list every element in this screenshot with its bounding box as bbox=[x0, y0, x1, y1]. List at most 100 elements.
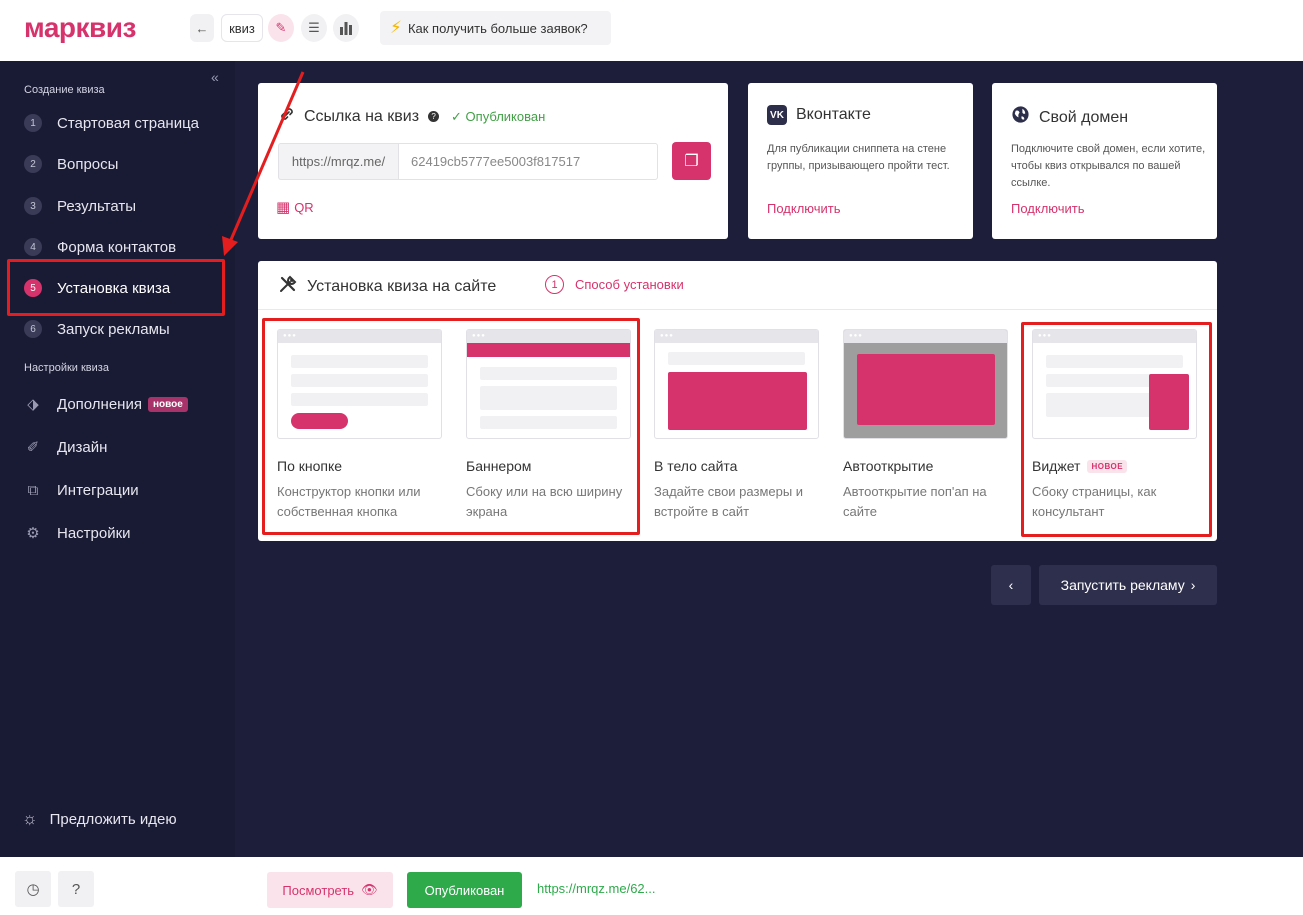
bar-chart-icon bbox=[340, 22, 352, 35]
answers-button[interactable]: ☰ bbox=[301, 14, 327, 42]
step-number: 2 bbox=[24, 155, 42, 173]
previous-step-button[interactable]: ‹ bbox=[991, 565, 1031, 605]
sidebar-step-questions[interactable]: 2 Вопросы bbox=[24, 152, 118, 176]
preview-label: Посмотреть bbox=[282, 882, 355, 898]
lightning-icon: ⚡ bbox=[390, 18, 402, 37]
sidebar-item-design[interactable]: ✐ Дизайн bbox=[24, 435, 108, 459]
vk-title: VK Вконтакте bbox=[767, 105, 871, 125]
section-title-settings: Настройки квиза bbox=[24, 362, 109, 374]
top-bar: марквиз ← квиз ✎ ☰ ⚡ Как получить больше… bbox=[0, 0, 1303, 61]
suggest-idea-button[interactable]: ☼ Предложить идею bbox=[22, 809, 177, 829]
arrow-left-icon: ← bbox=[195, 20, 209, 36]
step-label: Результаты bbox=[57, 197, 136, 215]
next-step-label: Запустить рекламу bbox=[1060, 577, 1185, 593]
quiz-name[interactable]: квиз bbox=[221, 14, 263, 42]
preview-button[interactable]: Посмотреть 👁 bbox=[267, 872, 393, 908]
published-status: ✓ Опубликован bbox=[451, 108, 546, 124]
help-icon[interactable]: ? bbox=[428, 111, 440, 122]
quiz-slug-input[interactable]: 62419cb5777ee5003f817517 bbox=[398, 143, 658, 180]
integrations-icon: ⧉ bbox=[27, 481, 39, 499]
history-button[interactable]: ◷ bbox=[15, 871, 51, 907]
quiz-link-label: Ссылка на квиз bbox=[304, 107, 420, 125]
quiz-link-card: Ссылка на квиз ? ✓ Опубликован https://m… bbox=[258, 83, 728, 239]
chevron-left-icon: ‹ bbox=[1008, 577, 1014, 593]
link-icon bbox=[278, 105, 296, 128]
vk-description: Для публикации сниппета на стене группы,… bbox=[767, 143, 950, 172]
domain-connect-link[interactable]: Подключить bbox=[1011, 201, 1085, 216]
domain-description: Подключите свой домен, если хотите, чтоб… bbox=[1011, 143, 1206, 189]
stats-button[interactable] bbox=[333, 14, 359, 42]
logo[interactable]: марквиз bbox=[24, 12, 136, 44]
step-label: Запуск рекламы bbox=[57, 320, 170, 338]
option-name: В тело сайта bbox=[654, 458, 738, 474]
sidebar-step-results[interactable]: 3 Результаты bbox=[24, 194, 136, 218]
sidebar-item-label: Дополнения bbox=[57, 395, 142, 413]
lightbulb-icon: ☼ bbox=[22, 809, 38, 828]
vk-title-label: Вконтакте bbox=[796, 106, 871, 123]
back-button[interactable]: ← bbox=[190, 14, 214, 42]
vk-connect-link[interactable]: Подключить bbox=[767, 201, 841, 216]
method-number: 1 bbox=[545, 275, 564, 294]
step-number: 4 bbox=[24, 238, 42, 256]
collapse-sidebar-icon[interactable]: « bbox=[211, 69, 219, 85]
url-prefix: https://mrqz.me/ bbox=[278, 143, 398, 180]
step-number: 6 bbox=[24, 320, 42, 338]
sidebar-item-label: Интеграции bbox=[57, 481, 139, 499]
step-number: 1 bbox=[24, 114, 42, 132]
qr-label: QR bbox=[294, 199, 314, 215]
copy-icon: ❐ bbox=[684, 153, 699, 170]
domain-title-label: Свой домен bbox=[1039, 108, 1129, 126]
option-thumbnail: ●●● bbox=[654, 329, 819, 439]
install-header: Установка квиза на сайте 1 Способ устано… bbox=[258, 261, 1217, 310]
sidebar-item-addons[interactable]: ⬗ Дополнения новое bbox=[24, 392, 188, 416]
qr-code-button[interactable]: ▦ QR bbox=[276, 198, 314, 216]
vk-card: VK Вконтакте Для публикации сниппета на … bbox=[748, 83, 973, 239]
brush-icon: ✐ bbox=[26, 439, 40, 456]
custom-domain-card: Свой домен Подключите свой домен, если х… bbox=[992, 83, 1217, 239]
copy-link-button[interactable]: ❐ bbox=[672, 142, 711, 180]
main-content: Ссылка на квиз ? ✓ Опубликован https://m… bbox=[235, 61, 1303, 857]
tools-icon bbox=[278, 274, 298, 299]
section-title-create: Создание квиза bbox=[24, 84, 105, 96]
question-icon: ? bbox=[71, 880, 81, 898]
sidebar-step-ads[interactable]: 6 Запуск рекламы bbox=[24, 317, 170, 341]
option-description: Задайте свои размеры и встройте в сайт bbox=[654, 484, 804, 519]
sidebar-step-start[interactable]: 1 Стартовая страница bbox=[24, 111, 199, 135]
vk-icon: VK bbox=[767, 105, 787, 125]
help-button[interactable]: ? bbox=[58, 871, 94, 907]
install-method-step: 1 Способ установки bbox=[545, 275, 684, 294]
sidebar: « Создание квиза 1 Стартовая страница 2 … bbox=[0, 61, 235, 857]
step-label: Вопросы bbox=[57, 155, 119, 173]
option-thumbnail: ●●● bbox=[843, 329, 1008, 439]
sidebar-item-settings[interactable]: ⚙ Настройки bbox=[24, 521, 131, 545]
tips-button[interactable]: ⚡ Как получить больше заявок? bbox=[380, 11, 611, 45]
qr-code-icon: ▦ bbox=[276, 199, 291, 216]
domain-title: Свой домен bbox=[1011, 105, 1128, 130]
bottom-bar: ◷ ? Посмотреть 👁 Опубликован https://mrq… bbox=[0, 857, 1303, 915]
globe-icon bbox=[1011, 105, 1030, 130]
next-step-button[interactable]: Запустить рекламу › bbox=[1039, 565, 1217, 605]
new-badge: новое bbox=[147, 396, 188, 412]
step-label: Форма контактов bbox=[57, 238, 177, 256]
install-option-autoopen[interactable]: ●●● Автооткрытие Автооткрытие поп'ап на … bbox=[843, 329, 1008, 529]
chevron-right-icon: › bbox=[1190, 577, 1196, 593]
sidebar-item-label: Настройки bbox=[57, 524, 131, 542]
install-option-embed[interactable]: ●●● В тело сайта Задайте свои размеры и … bbox=[654, 329, 819, 529]
annotation-highlight-button-banner bbox=[262, 318, 640, 535]
edit-button[interactable]: ✎ bbox=[268, 14, 294, 42]
install-title-label: Установка квиза на сайте bbox=[307, 277, 497, 295]
install-title: Установка квиза на сайте bbox=[278, 274, 496, 299]
step-number: 3 bbox=[24, 197, 42, 215]
list-icon: ☰ bbox=[308, 20, 320, 35]
annotation-highlight-install bbox=[7, 259, 225, 316]
annotation-highlight-widget bbox=[1021, 322, 1212, 537]
published-button[interactable]: Опубликован bbox=[407, 872, 522, 908]
sidebar-item-integrations[interactable]: ⧉ Интеграции bbox=[24, 478, 139, 502]
quiz-url-link[interactable]: https://mrqz.me/62... bbox=[537, 881, 656, 896]
history-icon: ◷ bbox=[26, 881, 40, 898]
tips-label: Как получить больше заявок? bbox=[407, 20, 588, 36]
option-description: Автооткрытие поп'ап на сайте bbox=[843, 484, 987, 519]
sidebar-item-label: Дизайн bbox=[57, 438, 108, 456]
sidebar-step-contacts[interactable]: 4 Форма контактов bbox=[24, 235, 176, 259]
gear-icon: ⚙ bbox=[26, 525, 40, 542]
